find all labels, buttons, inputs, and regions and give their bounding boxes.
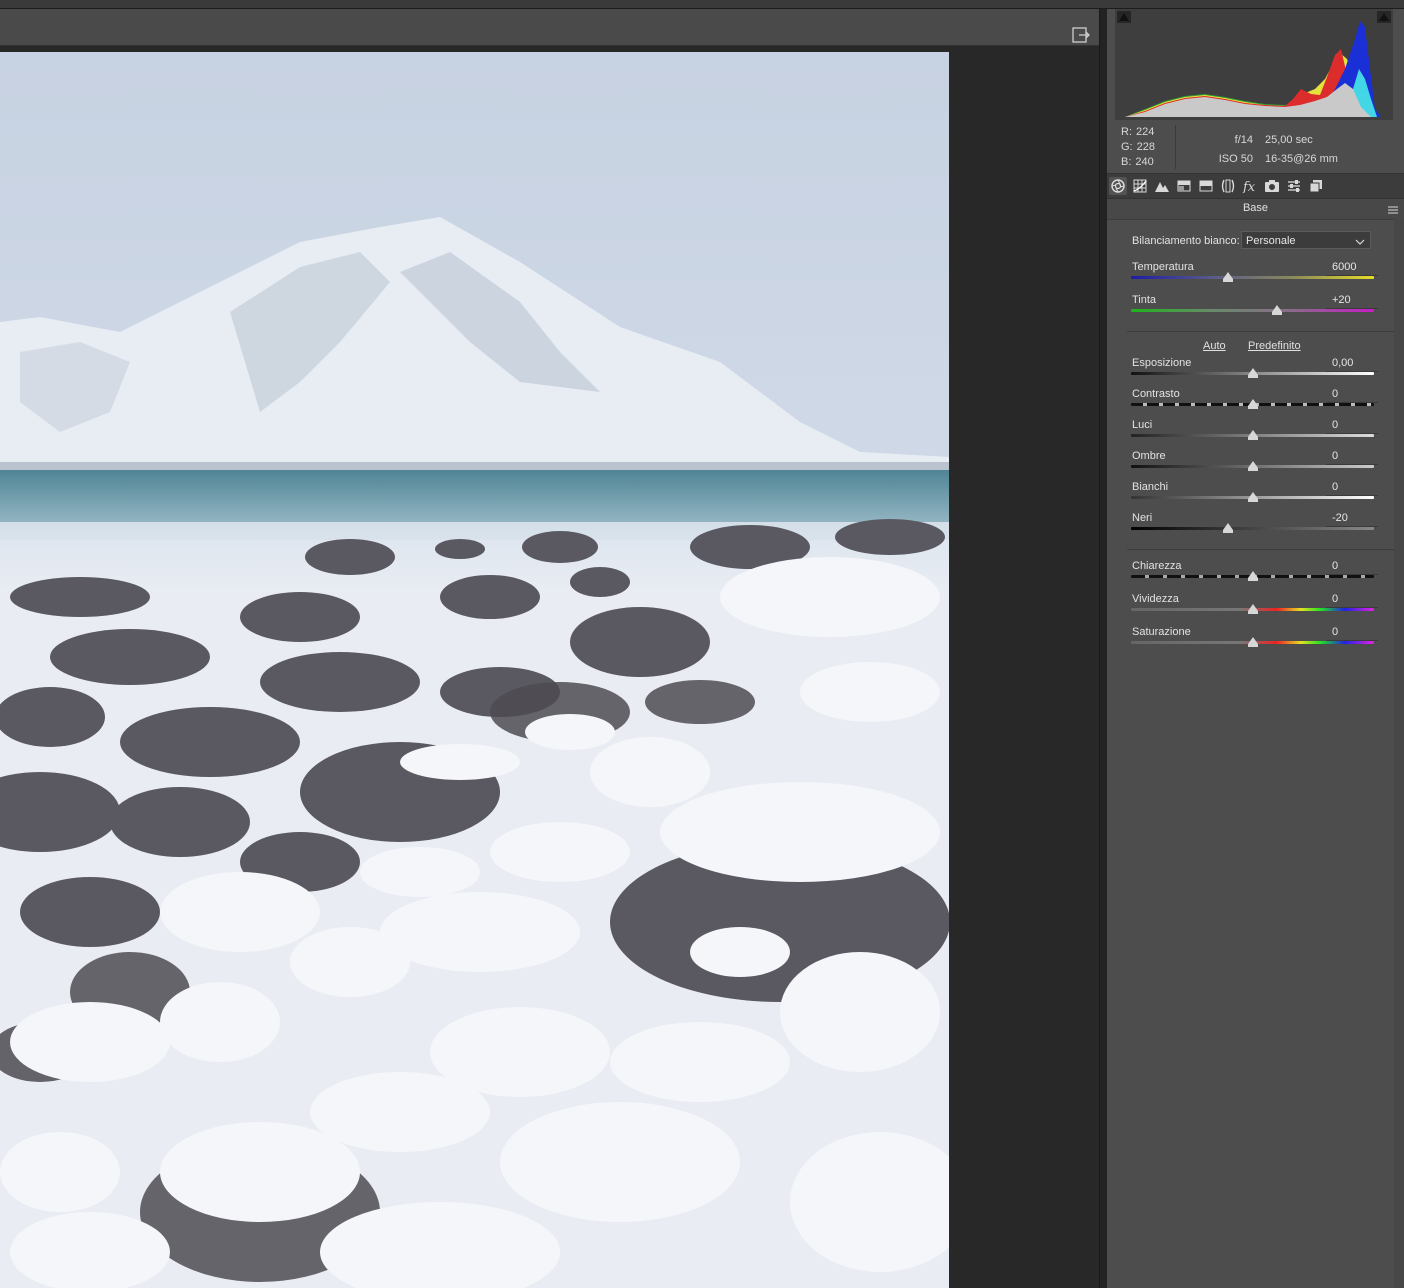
tone-curve-grid-icon[interactable] — [1131, 177, 1149, 195]
panel-menu-icon[interactable] — [1388, 203, 1398, 214]
whites-value-field[interactable]: 0 — [1326, 481, 1378, 496]
whites-label: Bianchi — [1132, 481, 1169, 493]
white-balance-select[interactable]: Personale — [1241, 231, 1371, 249]
temperature-slider-thumb[interactable] — [1223, 272, 1234, 282]
rgb-row: B: 240 — [1121, 156, 1154, 168]
exposure-slider-thumb[interactable] — [1247, 368, 1258, 378]
rgb-row: R: 224 — [1121, 126, 1155, 138]
vibrance-value-field[interactable]: 0 — [1326, 593, 1378, 608]
white-balance-label: Bilanciamento bianco: — [1132, 235, 1240, 247]
title-strip — [0, 0, 1404, 9]
temperature-value-field[interactable]: 6000 — [1326, 261, 1378, 276]
split-toning-icon[interactable] — [1197, 177, 1215, 195]
saturation-label: Saturazione — [1132, 626, 1191, 638]
rgb-readout: R: 224 G: 228 B: 240 — [1121, 125, 1155, 170]
top-toolbar — [0, 9, 1099, 46]
shutter-text: 25,00 sec — [1265, 134, 1313, 146]
panel-section-title: Base — [1107, 199, 1404, 220]
tint-value-field[interactable]: +20 — [1326, 294, 1378, 309]
shadows-label: Ombre — [1132, 450, 1166, 462]
info-divider — [1175, 125, 1176, 169]
vibrance-label: Vividezza — [1132, 593, 1179, 605]
temperature-label: Temperatura — [1132, 261, 1194, 273]
lens-corrections-icon[interactable] — [1219, 177, 1237, 195]
exposure-label: Esposizione — [1132, 357, 1192, 369]
clarity-label: Chiarezza — [1132, 560, 1182, 572]
contrast-slider-thumb[interactable] — [1247, 399, 1258, 409]
info-readout: R: 224 G: 228 B: 240 f/14 25,00 sec ISO 50 16… — [1115, 121, 1393, 173]
section-divider — [1127, 549, 1395, 550]
shadow-clipping-warning-icon[interactable] — [1117, 11, 1131, 23]
default-button[interactable]: Predefinito — [1248, 340, 1301, 352]
contrast-value-field[interactable]: 0 — [1326, 388, 1378, 403]
aperture-icon[interactable] — [1109, 177, 1127, 195]
tint-slider-track[interactable] — [1131, 309, 1374, 312]
snapshots-icon[interactable] — [1307, 177, 1325, 195]
exposure-value-field[interactable]: 0,00 — [1326, 357, 1378, 372]
highlights-value-field[interactable]: 0 — [1326, 419, 1378, 434]
exif-row: ISO 50 16-35@26 mm — [1207, 150, 1338, 169]
section-title-text: Base — [1242, 202, 1269, 214]
blacks-slider-thumb[interactable] — [1223, 523, 1234, 533]
hsl-grayscale-icon[interactable] — [1175, 177, 1193, 195]
tint-label: Tinta — [1132, 294, 1157, 306]
detail-mountain-icon[interactable] — [1153, 177, 1171, 195]
blacks-value-field[interactable]: -20 — [1326, 512, 1378, 527]
shadows-slider-thumb[interactable] — [1247, 461, 1258, 471]
svg-text:fx: fx — [1242, 180, 1256, 193]
clarity-value-field[interactable]: 0 — [1326, 560, 1378, 575]
presets-sliders-icon[interactable] — [1285, 177, 1303, 195]
exif-readout: f/14 25,00 sec ISO 50 16-35@26 mm — [1207, 131, 1338, 169]
section-divider — [1127, 331, 1395, 332]
vibrance-slider-thumb[interactable] — [1247, 604, 1258, 614]
lens-text: 16-35@26 mm — [1265, 153, 1338, 165]
iso-text: ISO 50 — [1218, 153, 1253, 165]
preview-photo[interactable] — [0, 52, 949, 1288]
histogram — [1115, 9, 1393, 120]
rgb-row: G: 228 — [1121, 141, 1155, 153]
panel-scrollbar[interactable] — [1394, 219, 1404, 1288]
highlights-label: Luci — [1132, 419, 1153, 431]
blacks-slider-track[interactable] — [1131, 527, 1374, 530]
highlight-clipping-warning-icon[interactable] — [1377, 11, 1391, 23]
contrast-label: Contrasto — [1132, 388, 1180, 400]
saturation-slider-thumb[interactable] — [1247, 637, 1258, 647]
temperature-slider-track[interactable] — [1131, 276, 1374, 279]
panel-tab-bar: fx — [1107, 173, 1404, 199]
tint-slider-thumb[interactable] — [1271, 305, 1282, 315]
clarity-slider-thumb[interactable] — [1247, 571, 1258, 581]
exif-row: f/14 25,00 sec — [1207, 131, 1338, 150]
camera-calibration-icon[interactable] — [1263, 177, 1281, 195]
histogram-graph — [1125, 21, 1381, 117]
saturation-value-field[interactable]: 0 — [1326, 626, 1378, 641]
highlights-slider-thumb[interactable] — [1247, 430, 1258, 440]
chevron-down-icon — [1355, 235, 1365, 253]
shadows-value-field[interactable]: 0 — [1326, 450, 1378, 465]
adjustments-panel: R: 224 G: 228 B: 240 f/14 25,00 sec ISO 50 16… — [1107, 9, 1404, 1288]
fullscreen-toggle-icon[interactable] — [1070, 25, 1092, 45]
blacks-label: Neri — [1132, 512, 1153, 524]
effects-fx-icon[interactable]: fx — [1241, 177, 1259, 195]
white-balance-value: Personale — [1246, 235, 1296, 247]
aperture-text: f/14 — [1234, 134, 1253, 146]
auto-button[interactable]: Auto — [1203, 340, 1226, 352]
whites-slider-thumb[interactable] — [1247, 492, 1258, 502]
